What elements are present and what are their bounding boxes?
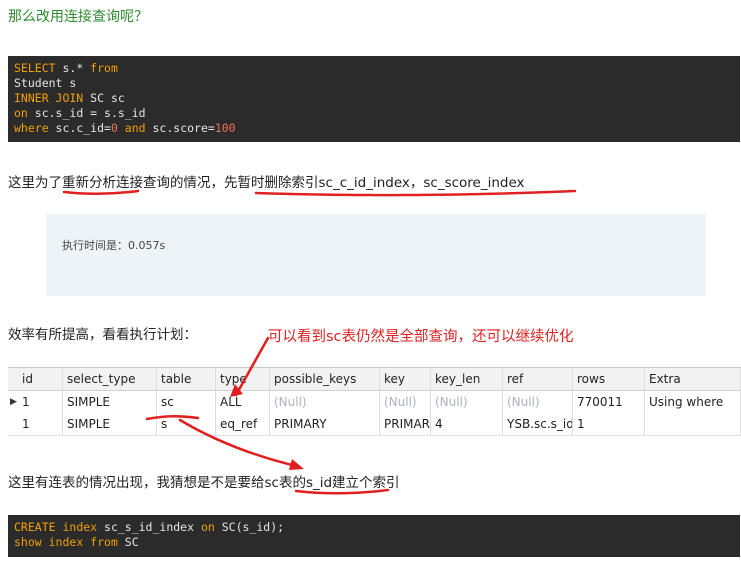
grid-cell[interactable]: eq_ref xyxy=(216,413,270,435)
code-keyword: from xyxy=(90,61,118,75)
explain-result-grid: id select_type table type possible_keys … xyxy=(8,367,741,436)
grid-cell[interactable]: s xyxy=(157,413,216,435)
code-line: Student s xyxy=(14,76,77,90)
code-keyword: where xyxy=(14,121,49,135)
current-row-marker-icon: ▶ xyxy=(10,397,17,407)
code-keyword: and xyxy=(117,121,146,135)
execution-time-box xyxy=(46,214,706,296)
code-keyword: on xyxy=(14,106,28,120)
column-header-select-type[interactable]: select_type xyxy=(63,368,157,390)
column-header-rows[interactable]: rows xyxy=(573,368,645,390)
grid-cell[interactable]: ALL xyxy=(216,391,270,413)
code-keyword: index xyxy=(41,535,84,549)
grid-cell[interactable]: sc xyxy=(157,391,216,413)
grid-cell[interactable]: Using where xyxy=(645,391,741,413)
column-header-table[interactable]: table xyxy=(157,368,216,390)
grid-cell-null[interactable]: (Null) xyxy=(431,391,503,413)
execution-time-text: 执行时间是：0.057s xyxy=(62,239,166,252)
code-text: sc.score= xyxy=(145,121,215,135)
grid-cell[interactable]: 770011 xyxy=(573,391,645,413)
code-number: 0 xyxy=(110,121,118,135)
grid-cell-null[interactable]: (Null) xyxy=(380,391,431,413)
grid-cell[interactable]: SIMPLE xyxy=(63,413,157,435)
table-row[interactable]: ▶ 1 SIMPLE sc ALL (Null) (Null) (Null) (… xyxy=(8,391,741,414)
grid-cell[interactable]: 1 xyxy=(573,413,645,435)
underline-mark xyxy=(62,189,140,196)
code-text: s.* xyxy=(55,61,91,75)
code-keyword: SELECT xyxy=(14,61,56,75)
handwritten-annotation: 可以看到sc表仍然是全部查询，还可以继续优化 xyxy=(268,329,574,345)
sql-code-block-query: SELECT s.* from Student s INNER JOIN SC … xyxy=(8,56,740,142)
code-line: show index from SC xyxy=(14,535,734,550)
grid-cell-null[interactable]: (Null) xyxy=(270,391,380,413)
code-text: SC sc xyxy=(83,91,125,105)
code-line: CREATE index sc_s_id_index on SC(s_id); xyxy=(14,520,734,535)
grid-cell[interactable]: PRIMARY xyxy=(270,413,380,435)
code-text: SC xyxy=(117,535,139,549)
code-text: sc.s_id = s.s_id xyxy=(27,106,146,120)
paragraph-explain-plan: 效率有所提高，看看执行计划： xyxy=(8,327,197,343)
code-keyword: on xyxy=(200,520,215,534)
column-header-possible-keys[interactable]: possible_keys xyxy=(270,368,380,390)
grid-cell[interactable]: 1 xyxy=(18,391,63,413)
code-line: on sc.s_id = s.s_id xyxy=(14,106,734,121)
code-keyword: CREATE xyxy=(14,520,56,534)
grid-cell[interactable]: YSB.sc.s_id xyxy=(503,413,573,435)
grid-header-row: id select_type table type possible_keys … xyxy=(8,368,741,391)
code-number: 100 xyxy=(214,121,236,135)
code-text: sc_s_id_index xyxy=(97,520,201,534)
grid-cell[interactable]: PRIMAR xyxy=(380,413,431,435)
underline-mark xyxy=(254,189,577,197)
arrowhead-mark xyxy=(289,459,304,470)
code-line: SELECT s.* from xyxy=(14,61,734,76)
grid-cell[interactable] xyxy=(645,413,741,435)
table-row[interactable]: 1 SIMPLE s eq_ref PRIMARY PRIMAR 4 YSB.s… xyxy=(8,413,741,436)
sql-code-block-create-index: CREATE index sc_s_id_index on SC(s_id); … xyxy=(8,515,740,557)
code-text: SC(s_id); xyxy=(214,520,285,534)
column-header-id[interactable]: id xyxy=(18,368,63,390)
paragraph-index-idea: 这里有连表的情况出现，我猜想是不是要给sc表的s_id建立个索引 xyxy=(8,475,400,491)
section-heading: 那么改用连接查询呢？ xyxy=(8,9,148,25)
grid-cell[interactable]: 4 xyxy=(431,413,503,435)
grid-cell[interactable]: 1 xyxy=(18,413,63,435)
code-text: sc.c_id= xyxy=(48,121,111,135)
column-header-extra[interactable]: Extra xyxy=(645,368,741,390)
column-header-key-len[interactable]: key_len xyxy=(431,368,503,390)
code-keyword: show xyxy=(14,535,42,549)
code-keyword: index xyxy=(55,520,98,534)
grid-cell-null[interactable]: (Null) xyxy=(503,391,573,413)
code-keyword: INNER JOIN xyxy=(14,91,84,105)
column-header-key[interactable]: key xyxy=(380,368,431,390)
code-line: INNER JOIN SC sc xyxy=(14,91,734,106)
paragraph-drop-index: 这里为了重新分析连接查询的情况，先暂时删除索引sc_c_id_index，sc_… xyxy=(8,175,525,191)
code-line: where sc.c_id=0 and sc.score=100 xyxy=(14,121,734,136)
column-header-type[interactable]: type xyxy=(216,368,270,390)
grid-cell[interactable]: SIMPLE xyxy=(63,391,157,413)
code-keyword: from xyxy=(83,535,118,549)
column-header-ref[interactable]: ref xyxy=(503,368,573,390)
